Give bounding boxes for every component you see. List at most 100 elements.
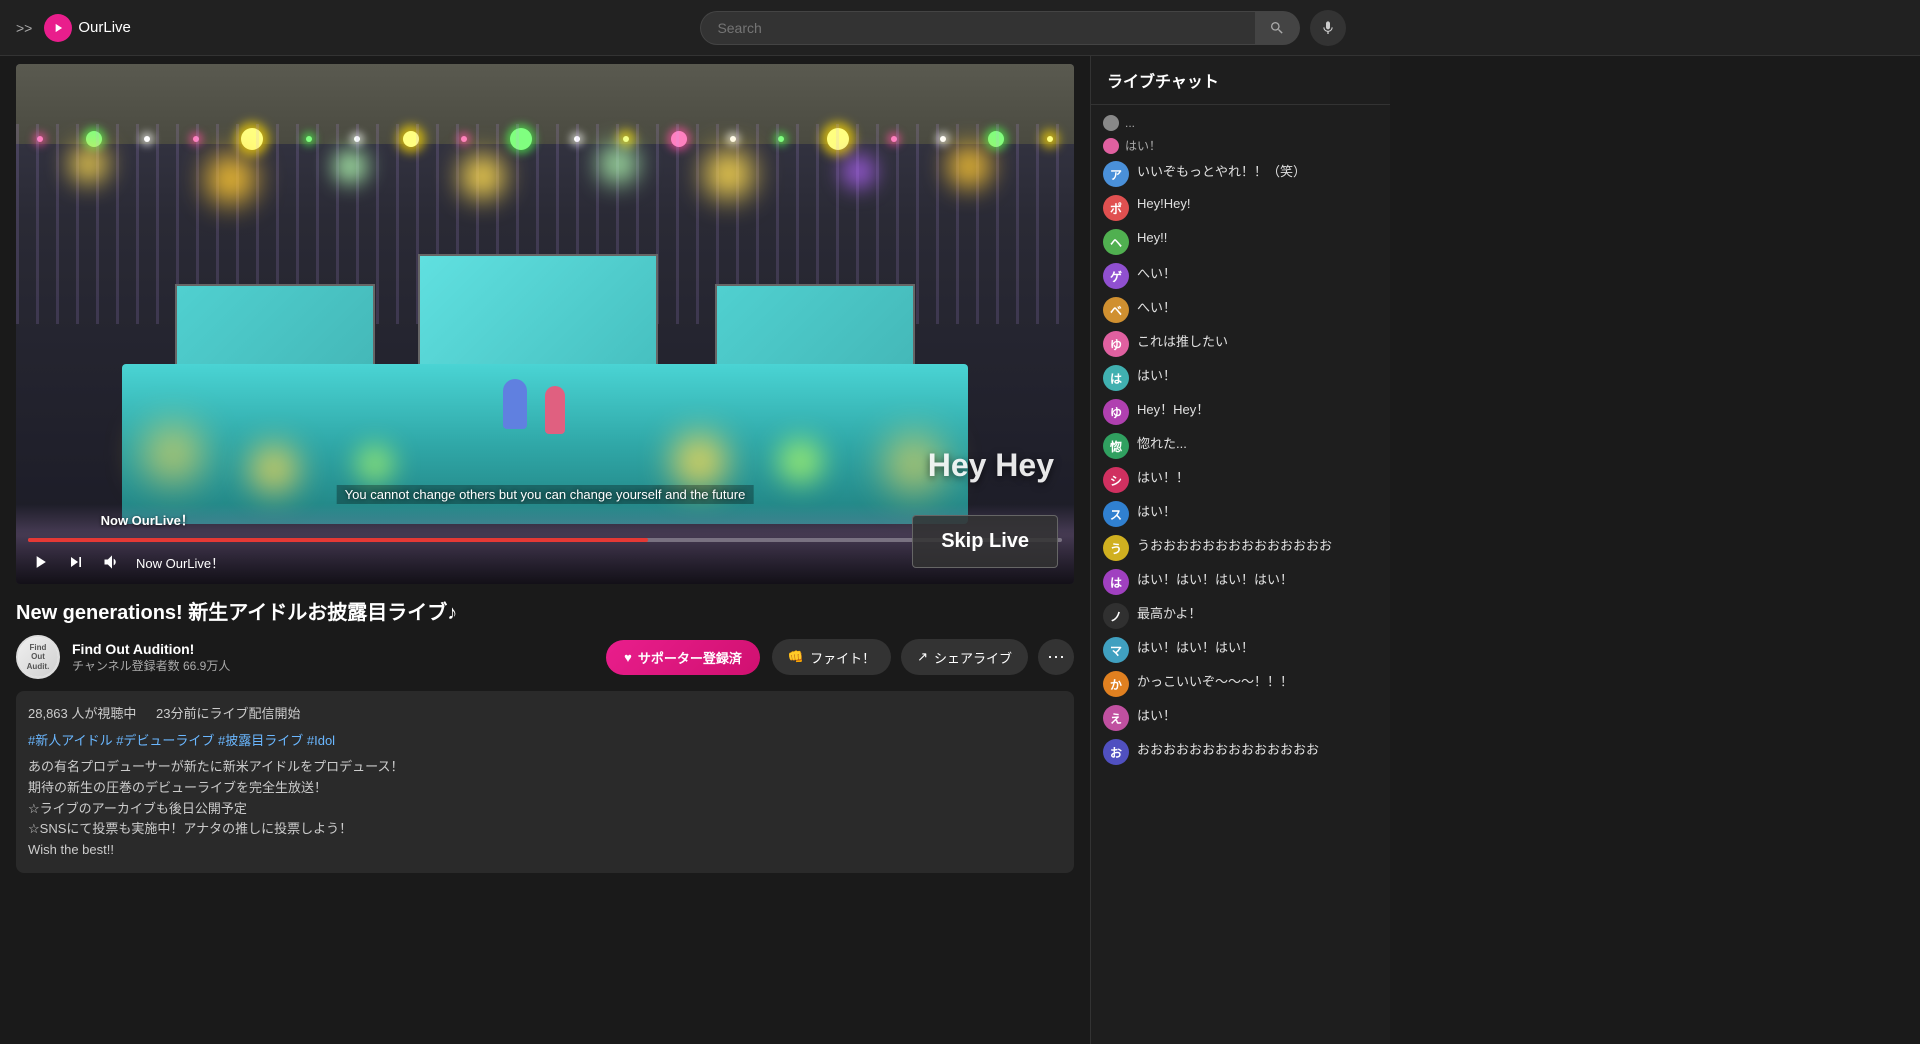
floor-light [355,444,395,484]
controls-row: Now OurLive！ [28,550,1062,574]
chat-message: ノ 最高かよ！ [1099,600,1382,632]
chat-avatar: ゆ [1103,399,1129,425]
mic-button[interactable] [1310,10,1346,46]
chat-avatar: 惚 [1103,433,1129,459]
chat-messages: ... はい！ ア いいぞもっとやれ！！（笑） ポ Hey!Hey! ヘ Hey… [1091,105,1390,1044]
progress-bar[interactable] [28,538,1062,542]
chat-message: シ はい！！ [1099,464,1382,496]
chat-avatar: ゲ [1103,263,1129,289]
channel-avatar[interactable]: FindOutAudit. [16,635,60,679]
chat-avatar: ヘ [1103,229,1129,255]
logo-text: OurLive [78,19,131,36]
share-icon: ↗ [917,649,928,665]
search-bar-container [673,10,1373,46]
main-content: MODU MODU You cannot change others but y… [0,56,1920,1044]
support-button[interactable]: ♥ サポーター登録済 [606,640,760,675]
chat-message: ス はい！ [1099,498,1382,530]
search-form [700,10,1300,46]
stage-light [947,144,992,189]
channel-info: Find Out Audition! チャンネル登録者数 66.9万人 [72,641,594,674]
chat-text: はい！はい！はい！はい！ [1137,572,1293,587]
chat-avatar: え [1103,705,1129,731]
chat-content: かっこいいぞ〜〜〜！！！ [1137,671,1378,691]
chat-content: おおおおおおおおおおおおおお [1137,739,1378,759]
share-button[interactable]: ↗ シェアライブ [901,639,1028,675]
channel-row: FindOutAudit. Find Out Audition! チャンネル登録… [16,635,1074,679]
desc-text: あの有名プロデューサーが新たに新米アイドルをプロデュース！期待の新生の圧巻のデビ… [28,757,1062,861]
chat-text: これは推したい [1137,334,1228,349]
chat-message: お おおおおおおおおおおおおおお [1099,736,1382,768]
chat-message: 惚 惚れた... [1099,430,1382,462]
chat-content: へい！ [1137,263,1378,283]
floor-light [143,424,203,484]
chat-text: Hey!Hey! [1137,196,1190,211]
chat-message: は はい！ [1099,362,1382,394]
chat-avatar: は [1103,569,1129,595]
chat-message: は はい！はい！はい！はい！ [1099,566,1382,598]
dot-avatar [1103,138,1119,154]
chat-content: うおおおおおおおおおおおおおお [1137,535,1378,555]
skip-button[interactable] [64,550,88,574]
search-input[interactable] [700,11,1255,45]
chat-section: ライブチャット ... はい！ ア いいぞもっとやれ！！（笑） ポ Hey!He… [1090,56,1390,1044]
chat-text: 惚れた... [1137,436,1187,451]
stage-light [69,144,109,184]
desc-tags[interactable]: #新人アイドル #デビューライブ #披露目ライブ #Idol [28,730,1062,749]
chat-text: うおおおおおおおおおおおおおお [1137,538,1332,553]
video-info: New generations! 新生アイドルお披露目ライブ♪ FindOutA… [16,584,1074,881]
chat-text: Hey!! [1137,230,1167,245]
chat-avatar: ス [1103,501,1129,527]
skip-live-button[interactable]: Skip Live [912,515,1058,568]
fight-button[interactable]: 👊 ファイト！ [772,639,891,675]
chat-text: はい！！ [1137,470,1189,485]
chat-header: ライブチャット [1091,56,1390,105]
chat-text: へい！ [1137,266,1176,281]
play-button[interactable] [28,550,52,574]
chat-avatar: か [1103,671,1129,697]
video-description: 28,863 人が視聴中 23分前にライブ配信開始 #新人アイドル #デビューラ… [16,691,1074,873]
fight-icon: 👊 [788,649,804,665]
chat-avatar: ベ [1103,297,1129,323]
chat-avatar: ア [1103,161,1129,187]
nav-arrows[interactable]: >> [16,20,32,36]
stage-light [598,144,638,184]
chat-content: はい！はい！はい！ [1137,637,1378,657]
floor-light [249,444,299,494]
chat-message: ゆ Hey！Hey！ [1099,396,1382,428]
chat-avatar: う [1103,535,1129,561]
support-btn-label: サポーター登録済 [638,648,742,667]
chat-message: マ はい！はい！はい！ [1099,634,1382,666]
video-title: New generations! 新生アイドルお披露目ライブ♪ [16,596,1074,625]
stage-light [704,149,754,199]
chat-content: はい！！ [1137,467,1378,487]
chat-text: 最高かよ！ [1137,606,1201,621]
chat-text: へい！ [1137,300,1176,315]
channel-avatar-text: FindOutAudit. [18,637,58,677]
chat-avatar: シ [1103,467,1129,493]
chat-text: いいぞもっとやれ！！（笑） [1137,164,1306,179]
chat-content: へい！ [1137,297,1378,317]
stage-light [841,154,876,189]
logo-container[interactable]: OurLive [44,14,131,42]
performer2 [545,386,565,434]
now-playing-bar: Now OurLive！ [101,510,194,529]
performer1 [503,379,527,429]
chat-content: はい！ [1137,705,1378,725]
chat-content: Hey!Hey! [1137,195,1378,213]
volume-button[interactable] [100,550,124,574]
video-player: MODU MODU You cannot change others but y… [16,64,1074,584]
chat-avatar: ノ [1103,603,1129,629]
search-button[interactable] [1255,11,1300,45]
dot-avatar [1103,115,1119,131]
more-button[interactable]: ⋯ [1038,639,1074,675]
chat-avatar: ポ [1103,195,1129,221]
chat-avatar: マ [1103,637,1129,663]
chat-message: ア いいぞもっとやれ！！（笑） [1099,158,1382,190]
chat-message: ベ へい！ [1099,294,1382,326]
floor-light [672,434,727,489]
chat-content: 最高かよ！ [1137,603,1378,623]
time-ago: 23分前にライブ配信開始 [156,706,300,721]
chat-text: かっこいいぞ〜〜〜！！！ [1137,674,1293,689]
channel-name: Find Out Audition! [72,641,594,657]
support-btn-heart: ♥ [624,650,632,665]
